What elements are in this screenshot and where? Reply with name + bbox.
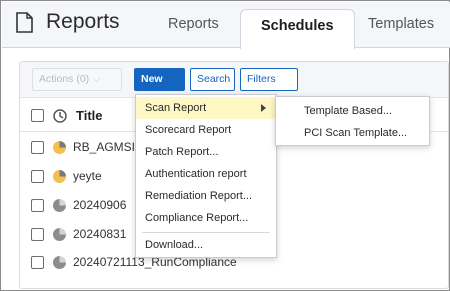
search-button[interactable]: Search xyxy=(190,68,235,91)
tab-schedules-label: Schedules xyxy=(261,18,334,34)
menu-item-scorecard-report[interactable]: Scorecard Report xyxy=(136,119,276,141)
tab-templates[interactable]: Templates xyxy=(368,16,434,32)
menu-item-label: Scan Report xyxy=(145,102,207,114)
menu-item-remediation-report[interactable]: Remediation Report... xyxy=(136,185,276,207)
status-icon xyxy=(53,141,66,154)
actions-label: Actions (0) xyxy=(39,73,90,85)
status-icon xyxy=(53,228,66,241)
submenu-item-template-based[interactable]: Template Based... xyxy=(276,100,429,122)
submenu-arrow-icon xyxy=(261,104,266,112)
app-window: Reports Reports Schedules Templates Acti… xyxy=(0,0,450,291)
row-checkbox[interactable] xyxy=(31,228,44,241)
filters-label: Filters xyxy=(247,73,276,85)
new-button[interactable]: New xyxy=(134,68,185,103)
toolbar: Actions (0) ⌵ New Search Filters xyxy=(20,62,448,103)
status-icon xyxy=(53,199,66,212)
row-checkbox[interactable] xyxy=(31,170,44,183)
menu-item-authentication-report[interactable]: Authentication report xyxy=(136,163,276,185)
chevron-down-icon: ⌵ xyxy=(93,74,101,84)
document-icon xyxy=(16,12,33,33)
menu-divider xyxy=(142,232,270,233)
scan-report-submenu: Template Based... PCI Scan Template... xyxy=(275,96,430,146)
menu-item-compliance-report[interactable]: Compliance Report... xyxy=(136,207,276,229)
row-checkbox[interactable] xyxy=(31,141,44,154)
new-label: New xyxy=(141,73,163,85)
filters-button[interactable]: Filters xyxy=(240,68,298,103)
row-title[interactable]: RB_AGMSI xyxy=(73,140,135,154)
tab-schedules[interactable]: Schedules xyxy=(240,9,355,49)
menu-item-scan-report[interactable]: Scan Report xyxy=(136,97,276,119)
row-checkbox[interactable] xyxy=(31,199,44,212)
submenu-item-pci-scan-template[interactable]: PCI Scan Template... xyxy=(276,122,429,144)
row-checkbox[interactable] xyxy=(31,256,44,269)
row-title[interactable]: 20240831 xyxy=(73,227,126,241)
clock-status-icon xyxy=(53,109,67,123)
tab-reports[interactable]: Reports xyxy=(168,16,219,32)
row-title[interactable]: yeyte xyxy=(73,169,102,183)
status-icon xyxy=(53,256,66,269)
menu-item-download[interactable]: Download... xyxy=(136,234,276,256)
column-title[interactable]: Title xyxy=(76,108,103,123)
menu-item-patch-report[interactable]: Patch Report... xyxy=(136,141,276,163)
page-title: Reports xyxy=(46,10,120,33)
page-header: Reports Reports Schedules Templates xyxy=(2,2,450,49)
select-all-checkbox[interactable] xyxy=(31,109,44,122)
status-icon xyxy=(53,170,66,183)
row-title[interactable]: 20240906 xyxy=(73,198,126,212)
new-dropdown-menu: Scan Report Scorecard Report Patch Repor… xyxy=(135,94,277,258)
actions-button[interactable]: Actions (0) ⌵ xyxy=(32,68,122,91)
